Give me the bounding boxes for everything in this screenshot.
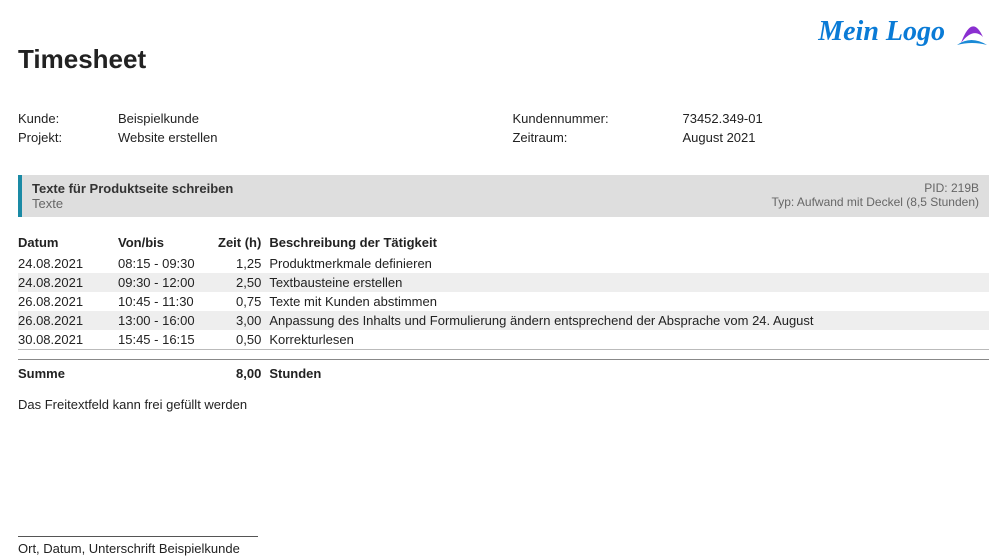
freetext: Das Freitextfeld kann frei gefüllt werde… bbox=[18, 397, 989, 412]
kunde-label: Kunde: bbox=[18, 111, 118, 126]
table-header-row: Datum Von/bis Zeit (h) Beschreibung der … bbox=[18, 231, 989, 254]
cell-datum: 30.08.2021 bbox=[18, 330, 118, 350]
cell-zeit: 0,50 bbox=[218, 330, 269, 350]
signature-line bbox=[18, 536, 258, 537]
projekt-value: Website erstellen bbox=[118, 130, 217, 145]
entries-table: Datum Von/bis Zeit (h) Beschreibung der … bbox=[18, 231, 989, 381]
th-vonbis: Von/bis bbox=[118, 231, 218, 254]
cell-vonbis: 09:30 - 12:00 bbox=[118, 273, 218, 292]
th-beschreibung: Beschreibung der Tätigkeit bbox=[269, 231, 989, 254]
cell-vonbis: 08:15 - 09:30 bbox=[118, 254, 218, 273]
th-datum: Datum bbox=[18, 231, 118, 254]
th-zeit: Zeit (h) bbox=[218, 231, 269, 254]
task-box: Texte für Produktseite schreiben Texte P… bbox=[18, 175, 989, 217]
kundennummer-label: Kundennummer: bbox=[512, 111, 682, 126]
zeitraum-value: August 2021 bbox=[682, 130, 755, 145]
task-typ: Typ: Aufwand mit Deckel (8,5 Stunden) bbox=[772, 195, 979, 209]
sum-value: 8,00 bbox=[218, 360, 269, 382]
cell-datum: 26.08.2021 bbox=[18, 311, 118, 330]
kunde-value: Beispielkunde bbox=[118, 111, 199, 126]
cell-besch: Anpassung des Inhalts und Formulierung ä… bbox=[269, 311, 989, 330]
table-row: 30.08.202115:45 - 16:150,50Korrekturlese… bbox=[18, 330, 989, 350]
cell-besch: Textbausteine erstellen bbox=[269, 273, 989, 292]
cell-zeit: 1,25 bbox=[218, 254, 269, 273]
sum-row: Summe 8,00 Stunden bbox=[18, 360, 989, 382]
zeitraum-label: Zeitraum: bbox=[512, 130, 682, 145]
table-row: 24.08.202108:15 - 09:301,25Produktmerkma… bbox=[18, 254, 989, 273]
cell-vonbis: 15:45 - 16:15 bbox=[118, 330, 218, 350]
task-title: Texte für Produktseite schreiben bbox=[32, 181, 233, 196]
task-pid: PID: 219B bbox=[772, 181, 979, 195]
cell-besch: Produktmerkmale definieren bbox=[269, 254, 989, 273]
cell-datum: 26.08.2021 bbox=[18, 292, 118, 311]
kundennummer-value: 73452.349-01 bbox=[682, 111, 762, 126]
cell-zeit: 3,00 bbox=[218, 311, 269, 330]
cell-besch: Texte mit Kunden abstimmen bbox=[269, 292, 989, 311]
sum-label: Summe bbox=[18, 360, 118, 382]
cell-zeit: 2,50 bbox=[218, 273, 269, 292]
signature-label: Ort, Datum, Unterschrift Beispielkunde bbox=[18, 541, 989, 556]
projekt-label: Projekt: bbox=[18, 130, 118, 145]
table-row: 24.08.202109:30 - 12:002,50Textbausteine… bbox=[18, 273, 989, 292]
table-row: 26.08.202113:00 - 16:003,00Anpassung des… bbox=[18, 311, 989, 330]
cell-vonbis: 10:45 - 11:30 bbox=[118, 292, 218, 311]
info-block: Kunde: Beispielkunde Projekt: Website er… bbox=[18, 111, 989, 145]
task-subtitle: Texte bbox=[32, 196, 233, 211]
logo-text: Mein Logo bbox=[818, 16, 945, 48]
cell-datum: 24.08.2021 bbox=[18, 254, 118, 273]
logo-mark-icon bbox=[955, 17, 989, 47]
cell-vonbis: 13:00 - 16:00 bbox=[118, 311, 218, 330]
logo: Mein Logo bbox=[818, 16, 989, 48]
cell-datum: 24.08.2021 bbox=[18, 273, 118, 292]
table-row: 26.08.202110:45 - 11:300,75Texte mit Kun… bbox=[18, 292, 989, 311]
sum-unit: Stunden bbox=[269, 360, 989, 382]
cell-zeit: 0,75 bbox=[218, 292, 269, 311]
cell-besch: Korrekturlesen bbox=[269, 330, 989, 350]
page-title: Timesheet bbox=[18, 44, 146, 75]
